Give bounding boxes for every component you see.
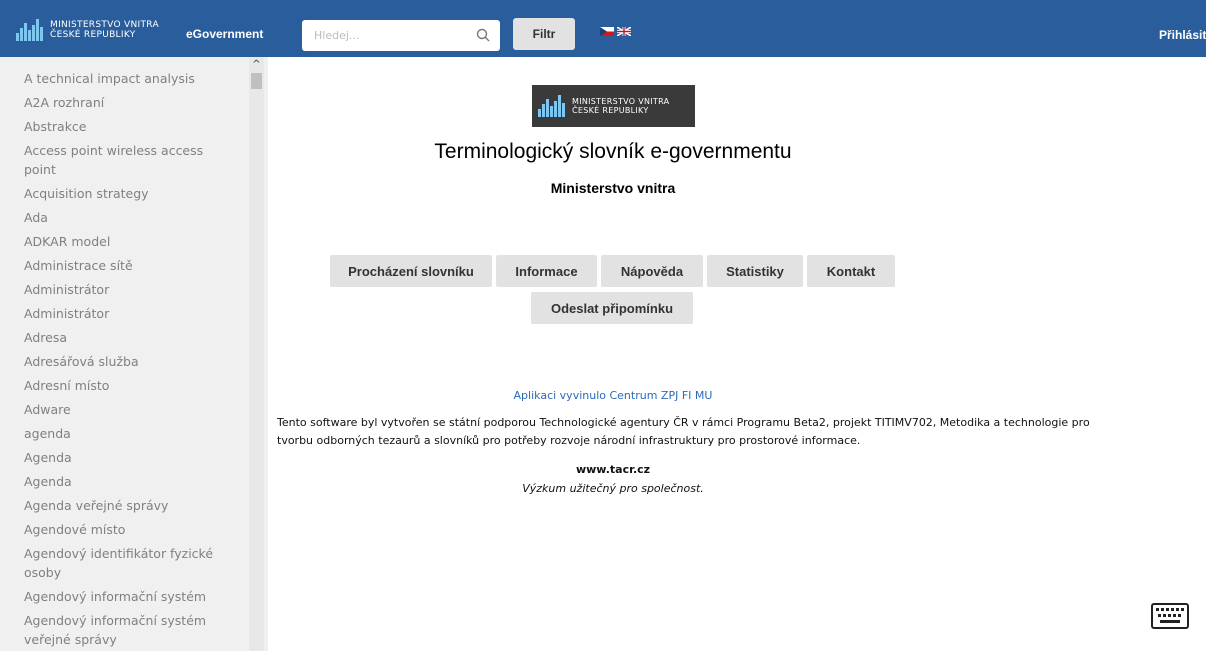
tacr-motto: Výzkum užitečný pro společnost. xyxy=(522,482,704,495)
sidebar-term[interactable]: Adresářová služba xyxy=(24,352,234,371)
sidebar-term[interactable]: Agenda xyxy=(24,448,234,467)
send-feedback-button[interactable]: Odeslat připomínku xyxy=(531,292,693,324)
sidebar-term[interactable]: Acquisition strategy xyxy=(24,184,234,203)
term-sidebar: A technical impact analysis A2A rozhraní… xyxy=(0,57,268,651)
sidebar-term[interactable]: Agendový informační systém veřejné správ… xyxy=(24,611,234,649)
sidebar-term[interactable]: Agendové místo xyxy=(24,520,234,539)
sidebar-term[interactable]: agenda xyxy=(24,424,234,443)
uk-flag-icon[interactable] xyxy=(617,27,631,36)
sidebar-term[interactable]: Administrátor xyxy=(24,304,234,323)
scroll-up-arrow-icon[interactable]: ^ xyxy=(249,59,264,71)
sidebar-term[interactable]: Adware xyxy=(24,400,234,419)
scroll-thumb[interactable] xyxy=(251,73,262,89)
ministry-logo-icon xyxy=(16,19,44,41)
search-input[interactable] xyxy=(302,20,462,51)
sidebar-term[interactable]: Agendový informační systém xyxy=(24,587,234,606)
sidebar-term[interactable]: A technical impact analysis xyxy=(24,69,234,88)
sidebar-term[interactable]: Adresní místo xyxy=(24,376,234,395)
sidebar-term[interactable]: A2A rozhraní xyxy=(24,93,234,112)
sidebar-term[interactable]: Ada xyxy=(24,208,234,227)
statistics-button[interactable]: Statistiky xyxy=(707,255,803,287)
tacr-link[interactable]: www.tacr.cz xyxy=(268,463,958,476)
help-button[interactable]: Nápověda xyxy=(601,255,703,287)
ministry-logo-icon xyxy=(538,95,566,117)
sidebar-scrollbar[interactable]: ^ xyxy=(249,57,264,651)
sidebar-term[interactable]: Administrace sítě xyxy=(24,256,234,275)
page-title: Terminologický slovník e-governmentu xyxy=(434,140,792,163)
login-link[interactable]: Přihlásit xyxy=(1159,28,1206,42)
sidebar-term[interactable]: Agendový identifikátor fyzické osoby xyxy=(24,544,234,582)
sidebar-term[interactable]: Access point wireless access point xyxy=(24,141,234,179)
developer-credit-link[interactable]: Aplikaci vyvinulo Centrum ZPJ FI MU xyxy=(268,389,958,402)
brand-link[interactable]: eGovernment xyxy=(186,27,263,41)
filter-button[interactable]: Filtr xyxy=(513,18,575,50)
sidebar-term[interactable]: Abstrakce xyxy=(24,117,234,136)
search-icon[interactable] xyxy=(476,28,490,42)
ministry-logo-text: MINISTERSTVO VNITRA ČESKÉ REPUBLIKY xyxy=(50,20,159,40)
main-ministry-logo: MINISTERSTVO VNITRA ČESKÉ REPUBLIKY xyxy=(532,85,695,127)
page-subtitle: Ministerstvo vnitra xyxy=(550,180,676,196)
browse-dictionary-button[interactable]: Procházení slovníku xyxy=(330,255,492,287)
term-list: A technical impact analysis A2A rozhraní… xyxy=(24,69,234,651)
main-logo-text: MINISTERSTVO VNITRA ČESKÉ REPUBLIKY xyxy=(572,97,670,115)
ministry-logo[interactable]: MINISTERSTVO VNITRA ČESKÉ REPUBLIKY xyxy=(16,10,159,50)
contact-button[interactable]: Kontakt xyxy=(807,255,895,287)
search-box xyxy=(302,20,500,51)
sidebar-term[interactable]: Agenda veřejné správy xyxy=(24,496,234,515)
language-switcher xyxy=(600,27,631,36)
czech-flag-icon[interactable] xyxy=(600,27,614,36)
top-bar: MINISTERSTVO VNITRA ČESKÉ REPUBLIKY eGov… xyxy=(0,0,1206,57)
funding-note: Tento software byl vytvořen se státní po… xyxy=(277,416,1090,447)
information-button[interactable]: Informace xyxy=(496,255,597,287)
keyboard-icon[interactable] xyxy=(1151,603,1189,629)
sidebar-term[interactable]: ADKAR model xyxy=(24,232,234,251)
sidebar-term[interactable]: Administrátor xyxy=(24,280,234,299)
sidebar-term[interactable]: Adresa xyxy=(24,328,234,347)
sidebar-term[interactable]: Agenda xyxy=(24,472,234,491)
